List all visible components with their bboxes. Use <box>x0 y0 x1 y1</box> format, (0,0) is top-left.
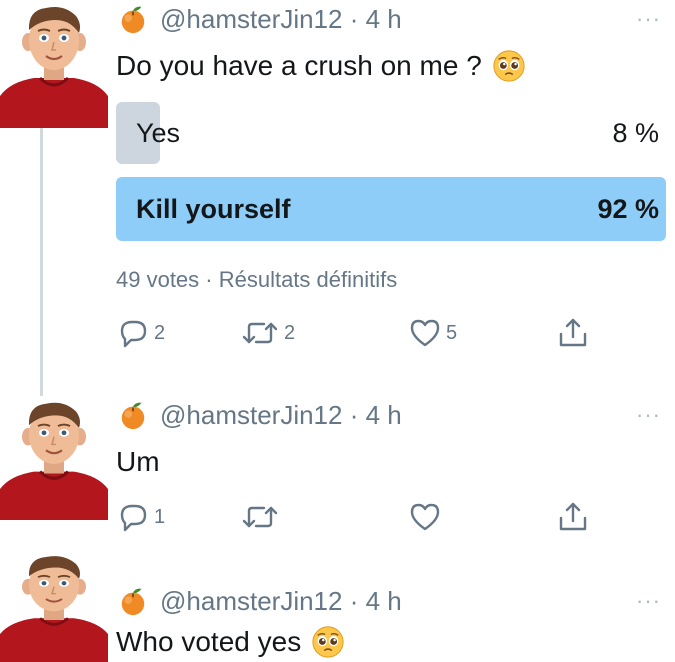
poll-option-yes-label: Yes <box>136 118 181 148</box>
more-options-icon[interactable]: ··· <box>636 404 661 426</box>
like-button[interactable] <box>408 500 442 534</box>
pleading-face-emoji-icon <box>492 49 526 83</box>
author-handle[interactable]: @hamsterJin12 · 4 h <box>160 586 402 617</box>
reply-icon <box>116 500 150 534</box>
tweet-text: Um <box>116 444 160 480</box>
share-icon <box>556 316 590 350</box>
tweet-text-content: Um <box>116 446 160 477</box>
user-avatar-photo-icon <box>0 550 108 662</box>
tweet-2[interactable]: @hamsterJin12 · 4 h ··· Um 1 <box>0 396 675 536</box>
tweet-actions: 2 2 5 <box>116 316 596 350</box>
retweet-button[interactable] <box>240 500 280 534</box>
avatar[interactable] <box>0 396 108 520</box>
author-handle[interactable]: @hamsterJin12 · 4 h <box>160 4 402 35</box>
poll-option-kill-yourself-label: Kill yourself <box>136 194 291 224</box>
poll-meta: 49 votes · Résultats définitifs <box>116 267 398 292</box>
reply-button[interactable]: 1 <box>116 500 165 534</box>
peach-icon <box>118 4 148 34</box>
author-handle[interactable]: @hamsterJin12 · 4 h <box>160 400 402 431</box>
reply-count: 1 <box>154 505 166 528</box>
poll-option-kill-yourself-percent: 92 % <box>597 194 659 224</box>
more-options-icon[interactable]: ··· <box>636 8 661 30</box>
peach-icon <box>118 400 148 430</box>
tweet-text-content: Do you have a crush on me ? <box>116 50 482 81</box>
heart-icon <box>408 316 442 350</box>
retweet-icon <box>240 500 280 534</box>
user-avatar-photo-icon <box>0 0 108 128</box>
peach-icon <box>118 586 148 616</box>
reply-button[interactable]: 2 <box>116 316 165 350</box>
tweet-1[interactable]: @hamsterJin12 · 4 h ··· Do you have a cr… <box>0 0 675 380</box>
tweet-actions: 1 <box>116 500 596 534</box>
share-button[interactable] <box>556 316 590 350</box>
share-icon <box>556 500 590 534</box>
tweet-text: Who voted yes <box>116 622 345 662</box>
avatar[interactable] <box>0 0 108 128</box>
retweet-button[interactable]: 2 <box>240 316 295 350</box>
reply-icon <box>116 316 150 350</box>
tweet-text: Do you have a crush on me ? <box>116 46 526 86</box>
tweet-header: @hamsterJin12 · 4 h <box>118 2 402 36</box>
reply-count: 2 <box>154 321 166 344</box>
user-avatar-photo-icon <box>0 396 108 520</box>
retweet-icon <box>240 316 280 350</box>
like-button[interactable]: 5 <box>408 316 457 350</box>
tweet-3[interactable]: @hamsterJin12 · 4 h ··· Who voted yes <box>0 550 675 662</box>
like-count: 5 <box>446 321 458 344</box>
tweet-header: @hamsterJin12 · 4 h <box>118 584 402 618</box>
retweet-count: 2 <box>284 321 296 344</box>
pleading-face-emoji-icon <box>311 625 345 659</box>
tweet-text-content: Who voted yes <box>116 626 302 657</box>
share-button[interactable] <box>556 500 590 534</box>
more-options-icon[interactable]: ··· <box>636 590 661 612</box>
avatar[interactable] <box>0 550 108 662</box>
tweet-header: @hamsterJin12 · 4 h <box>118 398 402 432</box>
poll-option-yes-percent: 8 % <box>612 118 659 148</box>
heart-icon <box>408 500 442 534</box>
